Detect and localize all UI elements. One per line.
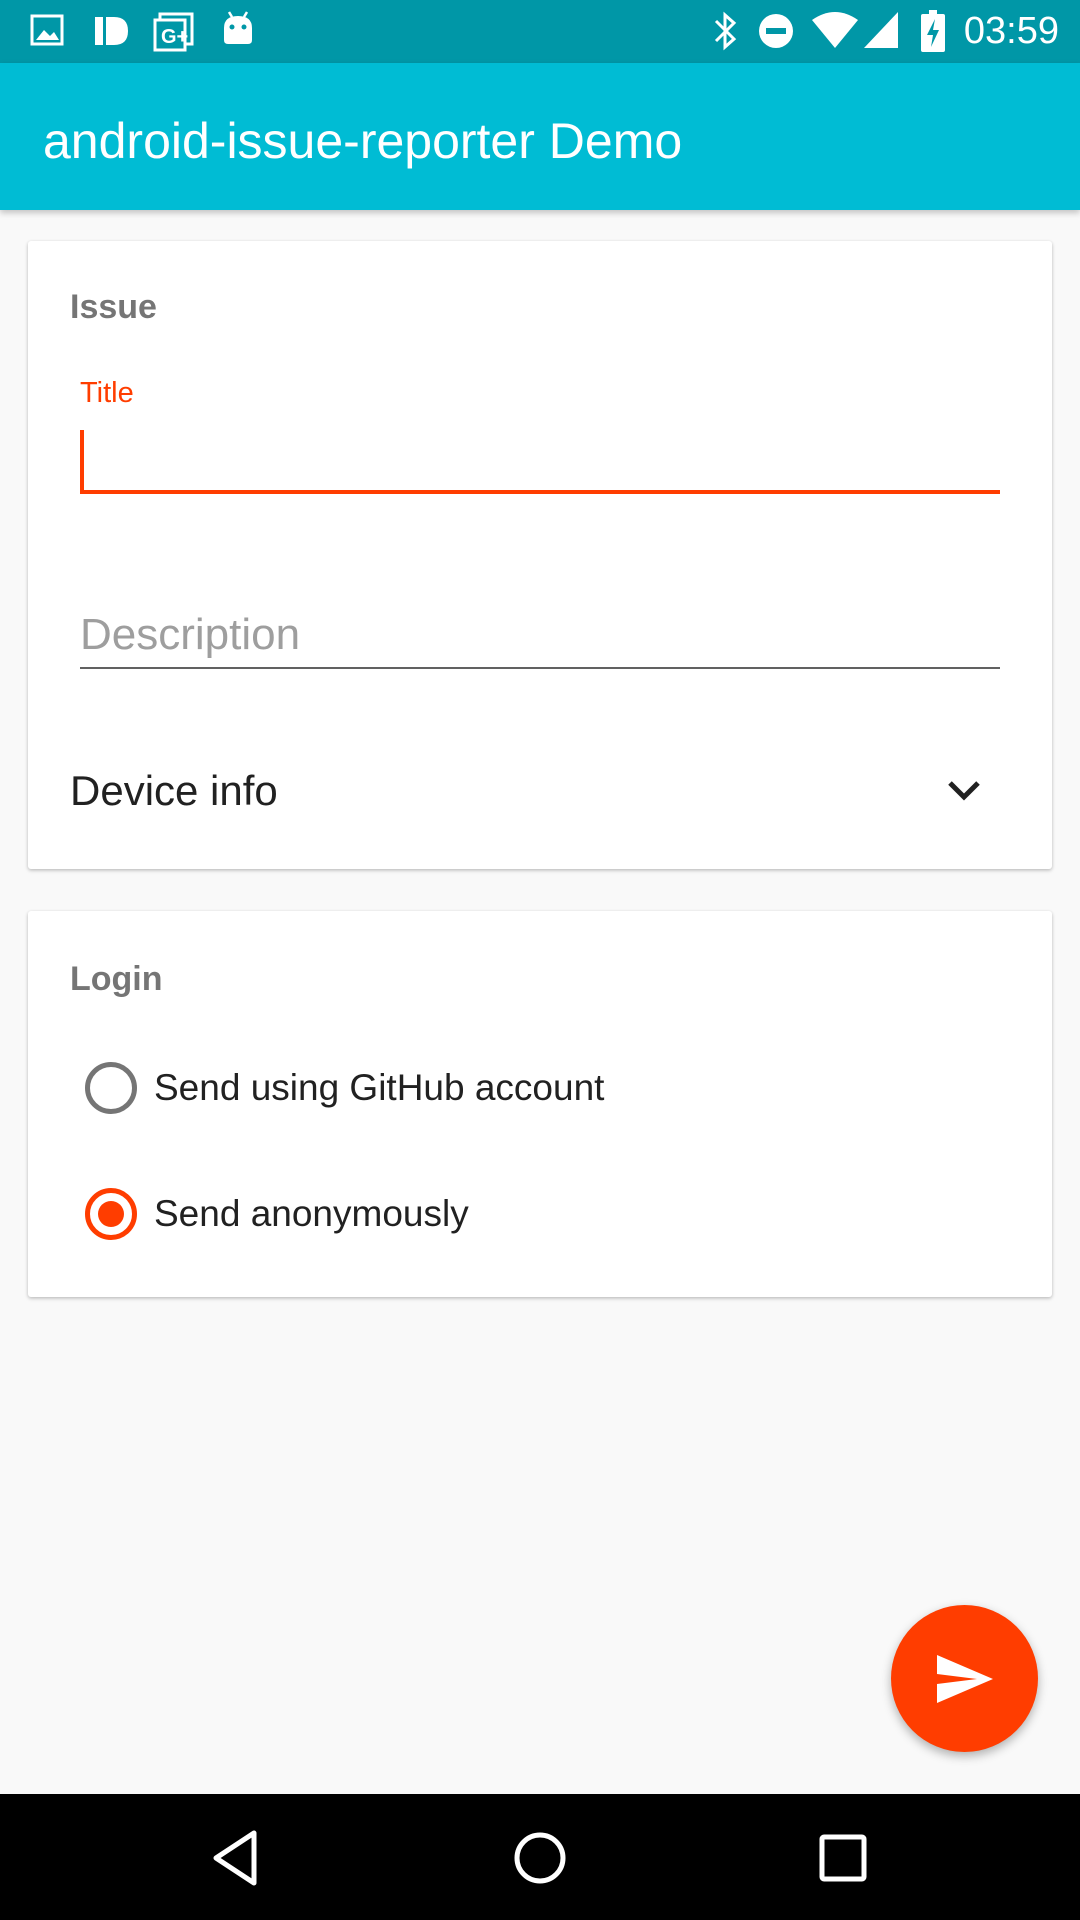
issue-section-label: Issue bbox=[70, 288, 157, 326]
radio-anonymous[interactable]: Send anonymously bbox=[28, 1159, 1052, 1269]
status-time: 03:59 bbox=[963, 10, 1059, 52]
back-icon[interactable] bbox=[204, 1825, 270, 1891]
send-icon bbox=[937, 1655, 993, 1703]
bluetooth-icon bbox=[714, 11, 737, 51]
do-not-disturb-icon bbox=[759, 14, 793, 48]
text-caret bbox=[80, 430, 84, 490]
status-bar: G+ 03:59 bbox=[0, 0, 1080, 63]
issue-card: Issue Title Description Device info bbox=[28, 241, 1052, 869]
wifi-icon bbox=[812, 12, 858, 48]
app-bar: android-issue-reporter Demo bbox=[0, 63, 1080, 210]
radio-github-account[interactable]: Send using GitHub account bbox=[28, 1033, 1052, 1143]
title-input[interactable] bbox=[80, 428, 1000, 494]
device-info-label: Device info bbox=[70, 767, 278, 814]
description-placeholder: Description bbox=[80, 610, 301, 659]
google-plus-icon: G+ bbox=[153, 12, 194, 52]
home-icon[interactable] bbox=[507, 1825, 573, 1891]
radio-anonymous-label: Send anonymously bbox=[154, 1193, 469, 1234]
send-button[interactable] bbox=[891, 1605, 1038, 1752]
nav-bar bbox=[0, 1794, 1080, 1920]
image-icon bbox=[30, 14, 64, 46]
recents-icon[interactable] bbox=[810, 1825, 876, 1891]
app-title: android-issue-reporter Demo bbox=[43, 113, 683, 169]
device-info-toggle[interactable]: Device info bbox=[28, 741, 1052, 841]
description-input[interactable]: Description bbox=[80, 601, 1000, 669]
svg-text:G+: G+ bbox=[161, 26, 188, 48]
android-icon bbox=[224, 11, 252, 44]
login-card: Login Send using GitHub account Send ano… bbox=[28, 911, 1052, 1297]
battery-charging-icon bbox=[921, 10, 945, 52]
radio-github-label: Send using GitHub account bbox=[154, 1067, 605, 1108]
title-field-label: Title bbox=[80, 377, 134, 409]
cell-signal-icon bbox=[864, 12, 898, 48]
radio-unchecked-icon bbox=[85, 1062, 137, 1114]
radio-checked-icon bbox=[85, 1188, 137, 1240]
chevron-down-icon bbox=[948, 781, 980, 801]
id-icon bbox=[95, 17, 128, 45]
login-section-label: Login bbox=[70, 960, 163, 998]
